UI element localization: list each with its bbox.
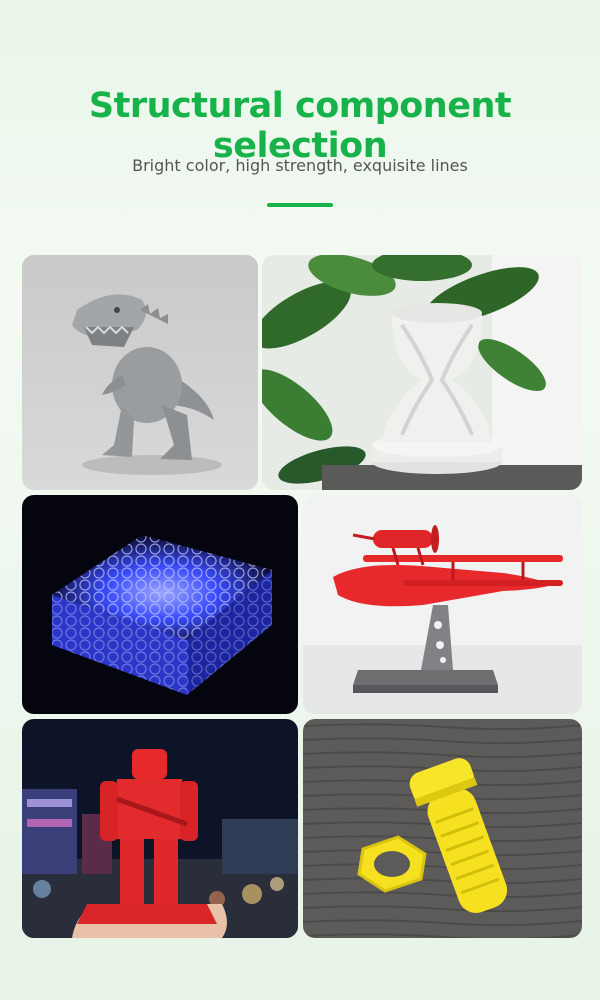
blue-lattice-image — [22, 495, 298, 714]
gallery-photo-red-robot — [22, 719, 298, 938]
gallery-photo-gray-dinosaur — [22, 255, 258, 490]
red-robot-image — [22, 719, 298, 938]
yellow-bolt-image — [303, 719, 582, 938]
page-subtitle: Bright color, high strength, exquisite l… — [132, 156, 468, 175]
gray-dinosaur-image — [22, 255, 258, 490]
page-title: Structural component selection — [88, 86, 512, 166]
gallery-photo-blue-lattice — [22, 495, 298, 714]
gallery-photo-yellow-bolt — [303, 719, 582, 938]
gallery-photo-white-vase — [262, 255, 582, 490]
gallery-photo-red-seaplane — [303, 495, 582, 714]
white-vase-image — [262, 255, 582, 490]
title-divider — [267, 203, 333, 207]
red-seaplane-image — [303, 495, 582, 714]
